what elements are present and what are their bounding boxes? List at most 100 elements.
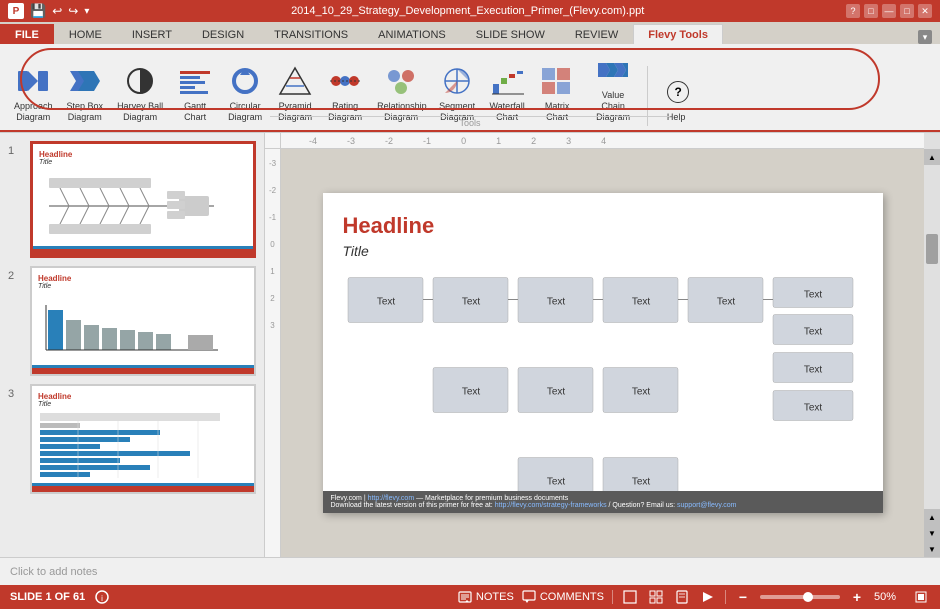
ribbon-content: ApproachDiagram Step BoxDiagram Harvey B… — [0, 44, 940, 132]
ribbon-collapse-btn[interactable]: □ — [864, 4, 878, 18]
slide-info-icon[interactable]: i — [93, 588, 111, 606]
slide-3-preview[interactable]: Headline Title — [30, 384, 256, 494]
slide-2-preview[interactable]: Headline Title — [30, 266, 256, 376]
tab-animations[interactable]: ANIMATIONS — [363, 24, 461, 45]
tab-review[interactable]: REVIEW — [560, 24, 633, 45]
tab-insert[interactable]: INSERT — [117, 24, 187, 45]
tab-slideshow[interactable]: SLIDE SHOW — [461, 24, 560, 45]
fishbone-svg: Text Text Text Text Text Text — [343, 271, 863, 514]
notes-bar: Click to add notes — [0, 557, 940, 585]
svg-text:Text: Text — [631, 387, 650, 398]
svg-text:Text: Text — [803, 327, 822, 338]
slide-sorter-icon[interactable] — [647, 588, 665, 606]
scroll-pagedown-button[interactable]: ▼ — [924, 525, 940, 541]
svg-text:Text: Text — [716, 297, 735, 308]
vertical-scrollbar[interactable]: ▲ ▲ ▼ ▼ — [924, 149, 940, 557]
slideshow-icon[interactable] — [699, 588, 717, 606]
comments-label-btn: COMMENTS — [540, 591, 604, 603]
footer-line2: Download the latest version of this prim… — [331, 502, 875, 509]
approach-diagram-button[interactable]: ApproachDiagram — [8, 59, 59, 127]
ribbon-tabs: FILE HOME INSERT DESIGN TRANSITIONS ANIM… — [0, 22, 940, 44]
gantt-chart-button[interactable]: GanttChart — [171, 59, 219, 127]
slide-canvas[interactable]: Headline Title Text Text Text — [281, 149, 924, 557]
minimize-btn[interactable]: — — [882, 4, 896, 18]
harveyball-diagram-button[interactable]: Harvey BallDiagram — [111, 59, 169, 127]
slide-1-headline: Headline — [39, 150, 247, 159]
ruler-corner — [265, 133, 281, 149]
close-btn[interactable]: ✕ — [918, 4, 932, 18]
zoom-in-button[interactable]: + — [848, 588, 866, 606]
help-circle: ? — [667, 81, 689, 103]
stepbox-label: Step BoxDiagram — [67, 101, 104, 123]
help-btn[interactable]: ? — [846, 4, 860, 18]
slide-1-preview[interactable]: Headline Title — [30, 141, 256, 258]
slide-2-thumb[interactable]: 2 Headline Title — [8, 266, 256, 376]
help-icon: ? — [658, 74, 694, 110]
normal-view-icon[interactable] — [621, 588, 639, 606]
scroll-down-button[interactable]: ▼ — [924, 541, 940, 557]
zoom-thumb[interactable] — [803, 592, 813, 602]
notes-button[interactable]: NOTES — [458, 590, 514, 604]
scrollbar-top-corner — [924, 133, 940, 149]
slide-1-number: 1 — [8, 141, 24, 157]
zoom-slider[interactable] — [760, 595, 840, 599]
stepbox-diagram-button[interactable]: Step BoxDiagram — [61, 59, 110, 127]
harveyball-icon — [122, 63, 158, 99]
tab-file[interactable]: FILE — [0, 24, 54, 45]
scrollbar-track[interactable] — [924, 165, 940, 509]
valuechain-diagram-button[interactable]: Value ChainDiagram — [583, 48, 643, 126]
scrollbar-thumb[interactable] — [926, 234, 938, 264]
svg-text:Text: Text — [546, 387, 565, 398]
svg-text:Text: Text — [803, 290, 822, 301]
slide-3-diagram — [38, 408, 223, 483]
slide-edit-area: -4 -3 -2 -1 0 1 2 3 4 -3 -2 -1 0 1 2 3 — [265, 133, 940, 557]
svg-text:Text: Text — [376, 297, 395, 308]
gantt-icon — [177, 63, 213, 99]
slide-3-thumb[interactable]: 3 Headline Title — [8, 384, 256, 494]
waterfall-icon — [489, 63, 525, 99]
harveyball-label: Harvey BallDiagram — [117, 101, 163, 123]
slide-headline: Headline — [343, 213, 863, 239]
fishbone-diagram: Text Text Text Text Text Text — [343, 271, 863, 514]
ruler-horizontal: -4 -3 -2 -1 0 1 2 3 4 — [281, 133, 924, 149]
notes-label: Click to add notes — [10, 566, 97, 578]
slide-2-number: 2 — [8, 266, 24, 282]
scroll-up-button[interactable]: ▲ — [924, 149, 940, 165]
matrix-icon — [539, 63, 575, 99]
document-title: 2014_10_29_Strategy_Development_Executio… — [89, 5, 846, 17]
title-bar-left: P 💾 ↩ ↪ ▾ — [8, 3, 89, 19]
slide-1-title: Title — [39, 159, 247, 166]
tab-transitions[interactable]: TRANSITIONS — [259, 24, 363, 45]
title-bar: P 💾 ↩ ↪ ▾ 2014_10_29_Strategy_Developmen… — [0, 0, 940, 22]
slide-info: SLIDE 1 OF 61 — [10, 591, 85, 603]
slide-2-diagram — [38, 290, 223, 365]
main-slide[interactable]: Headline Title Text Text Text — [323, 193, 883, 513]
tab-design[interactable]: DESIGN — [187, 24, 259, 45]
fit-slide-button[interactable] — [912, 588, 930, 606]
svg-text:Text: Text — [803, 365, 822, 376]
circular-icon — [227, 63, 263, 99]
pyramid-icon — [277, 63, 313, 99]
ruler-row: -4 -3 -2 -1 0 1 2 3 4 — [265, 133, 940, 149]
comments-button[interactable]: COMMENTS — [522, 590, 604, 604]
status-sep1 — [612, 590, 613, 604]
redo-icon[interactable]: ↪ — [68, 4, 78, 18]
undo-icon[interactable]: ↩ — [52, 4, 62, 18]
slide-2-title: Title — [38, 283, 248, 290]
zoom-out-button[interactable]: − — [734, 588, 752, 606]
expand-ribbon-btn[interactable]: ▾ — [918, 30, 932, 44]
svg-text:Text: Text — [461, 297, 480, 308]
scroll-pageup-button[interactable]: ▲ — [924, 509, 940, 525]
gantt-label: GanttChart — [184, 101, 206, 123]
slide-panel[interactable]: 1 Headline Title — [0, 133, 265, 557]
save-icon[interactable]: 💾 — [30, 3, 46, 19]
tab-flevy[interactable]: Flevy Tools — [633, 24, 723, 45]
reading-view-icon[interactable] — [673, 588, 691, 606]
rating-icon — [327, 63, 363, 99]
slide-1-thumb[interactable]: 1 Headline Title — [8, 141, 256, 258]
tab-home[interactable]: HOME — [54, 24, 117, 45]
circular-diagram-button[interactable]: CircularDiagram — [221, 59, 269, 127]
svg-text:Text: Text — [461, 387, 480, 398]
svg-text:Text: Text — [631, 477, 650, 488]
restore-btn[interactable]: □ — [900, 4, 914, 18]
